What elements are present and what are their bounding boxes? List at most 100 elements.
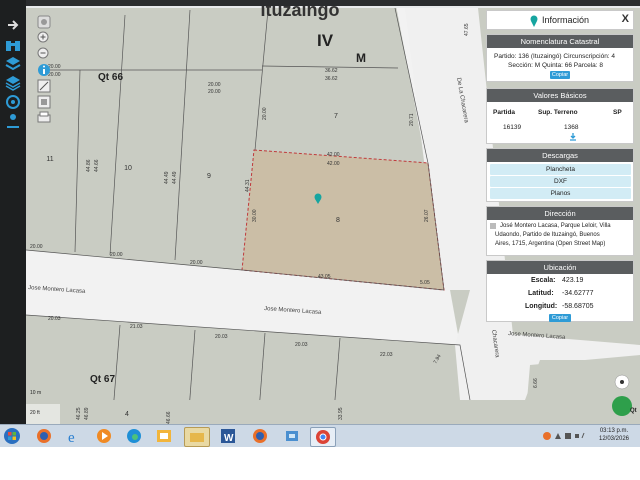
dim: 20.00 — [262, 107, 268, 120]
panel-header: Información X — [486, 10, 634, 30]
dim: 20.00 — [208, 89, 221, 95]
nomenclatura-section: Nomenclatura Catastral Partido: 136 (Itu… — [486, 34, 634, 82]
sup-terreno-value: 1368 — [564, 124, 579, 131]
dim: 44.31 — [245, 179, 251, 192]
media-player-icon[interactable] — [92, 427, 116, 445]
dim: 30.00 — [252, 209, 258, 222]
svg-text:e: e — [68, 430, 75, 445]
circ-label: IV — [317, 31, 334, 50]
dim: 20.03 — [48, 316, 61, 322]
panel-title: Información — [542, 15, 590, 25]
longitud-value: -58.68705 — [562, 303, 594, 310]
section-label: M — [356, 51, 366, 65]
dim: 20.00 — [110, 252, 123, 258]
scale-label-2: 20 ft — [30, 410, 40, 416]
section-header: Valores Básicos — [487, 89, 633, 102]
download-plancheta[interactable]: Plancheta — [490, 164, 631, 175]
dim: 42.00 — [327, 161, 340, 167]
dim: 36.62 — [325, 68, 338, 74]
dim: 47.65 — [464, 23, 470, 36]
close-button[interactable]: X — [622, 13, 629, 25]
screen: Ituzaingo IV M Qt 66 Qt 67 Jose Montero … — [0, 0, 640, 424]
dim: 43.05 — [318, 274, 331, 280]
print-icon[interactable] — [36, 110, 52, 126]
parcel-8: 8 — [336, 217, 340, 224]
dim: 21.03 — [130, 324, 143, 330]
taskbar: e W 03:13 p.m. 12/03/2026 — [0, 424, 640, 447]
copy-ubicacion-button[interactable]: Copiar — [549, 314, 571, 322]
dim: 44.49 — [172, 171, 178, 184]
parcel-4: 4 — [125, 411, 129, 418]
system-tray-icons[interactable] — [542, 430, 586, 442]
pin-icon — [530, 15, 538, 27]
left-sidebar — [0, 0, 26, 424]
section-header: Nomenclatura Catastral — [487, 35, 633, 48]
firefox-icon[interactable] — [32, 427, 56, 445]
menu-arrow-icon[interactable] — [4, 16, 22, 34]
chrome-icon[interactable] — [310, 427, 336, 447]
dim: 46.25 — [76, 407, 82, 420]
direccion-section: Dirección José Montero Lacasa, Parque Le… — [486, 206, 634, 256]
firefox-2-icon[interactable] — [248, 427, 272, 445]
dim: 36.62 — [325, 76, 338, 82]
edge-icon[interactable] — [122, 427, 146, 445]
dim: 42.00 — [327, 152, 340, 158]
dim: 5.05 — [420, 280, 430, 286]
dim: 20.00 — [208, 82, 221, 88]
dim: 26.07 — [424, 209, 430, 222]
download-planos[interactable]: Planos — [490, 188, 631, 199]
binoculars-icon[interactable] — [4, 36, 22, 54]
dim: 20.03 — [215, 334, 228, 340]
internet-explorer-icon[interactable]: e — [62, 427, 86, 445]
pan-hand-icon[interactable] — [36, 14, 52, 30]
info-panel: Información X Nomenclatura Catastral Par… — [486, 10, 634, 326]
parcel-9: 9 — [207, 173, 211, 180]
direccion-line3: Aires, 1715, Argentina (Open Street Map) — [495, 241, 606, 247]
osm-image-icon — [490, 223, 496, 229]
parcel-10: 10 — [124, 165, 132, 172]
nomenclatura-line2: Sección: M Quinta: 66 Parcela: 8 — [508, 62, 604, 69]
col-sp: SP — [613, 109, 622, 116]
clock-date[interactable]: 12/03/2026 — [590, 436, 638, 442]
file-explorer-icon[interactable] — [184, 427, 210, 447]
download-icon[interactable] — [569, 133, 577, 141]
nomenclatura-line1: Partido: 136 (Ituzaingó) Circunscripción… — [494, 53, 616, 60]
valores-section: Valores Básicos Partida Sup. Terreno SP … — [486, 88, 634, 144]
section-header: Descargas — [487, 149, 633, 162]
direccion-line1: José Montero Lacasa, Parque Leloir, Vill… — [500, 223, 611, 229]
select-icon[interactable] — [36, 94, 52, 110]
download-dxf[interactable]: DXF — [490, 176, 631, 187]
word-icon[interactable]: W — [216, 427, 240, 445]
dim: 20.00 — [190, 260, 203, 266]
dim: 22.03 — [380, 352, 393, 358]
top-strip — [0, 0, 640, 6]
start-button-icon[interactable] — [2, 427, 22, 445]
dim: 20.03 — [295, 342, 308, 348]
col-sup-terreno: Sup. Terreno — [538, 109, 578, 116]
qt-right-label: Qt — [630, 408, 637, 414]
outlook-icon[interactable] — [152, 427, 176, 445]
layers-stack-icon[interactable] — [4, 74, 22, 92]
person-pin-icon[interactable] — [4, 111, 22, 129]
partida-value: 16139 — [503, 124, 522, 131]
zoom-out-icon[interactable] — [36, 46, 52, 62]
zoom-in-icon[interactable] — [36, 30, 52, 46]
info-icon[interactable] — [36, 62, 52, 78]
network-app-icon[interactable] — [280, 427, 304, 445]
parcel-11: 11 — [46, 156, 53, 163]
clock-time[interactable]: 03:13 p.m. — [590, 428, 638, 434]
dim: 20.00 — [30, 244, 43, 250]
latitud-value: -34.62777 — [562, 290, 594, 297]
layers-icon[interactable] — [4, 55, 22, 73]
parcel-7: 7 — [334, 113, 338, 120]
qt66-label: Qt 66 — [98, 72, 123, 83]
dim: 44.86 — [86, 159, 92, 172]
measure-icon[interactable] — [36, 78, 52, 94]
selected-parcel — [241, 149, 445, 291]
dim: 33.95 — [338, 407, 344, 420]
descargas-section: Descargas Plancheta DXF Planos — [486, 148, 634, 202]
scale-label: 10 m — [30, 390, 41, 396]
copy-nomenclatura-button[interactable]: Copiar — [550, 71, 570, 79]
ubicacion-section: Ubicación Escala: 423.19 Latitud: -34.62… — [486, 260, 634, 322]
globe-icon[interactable] — [4, 93, 22, 111]
